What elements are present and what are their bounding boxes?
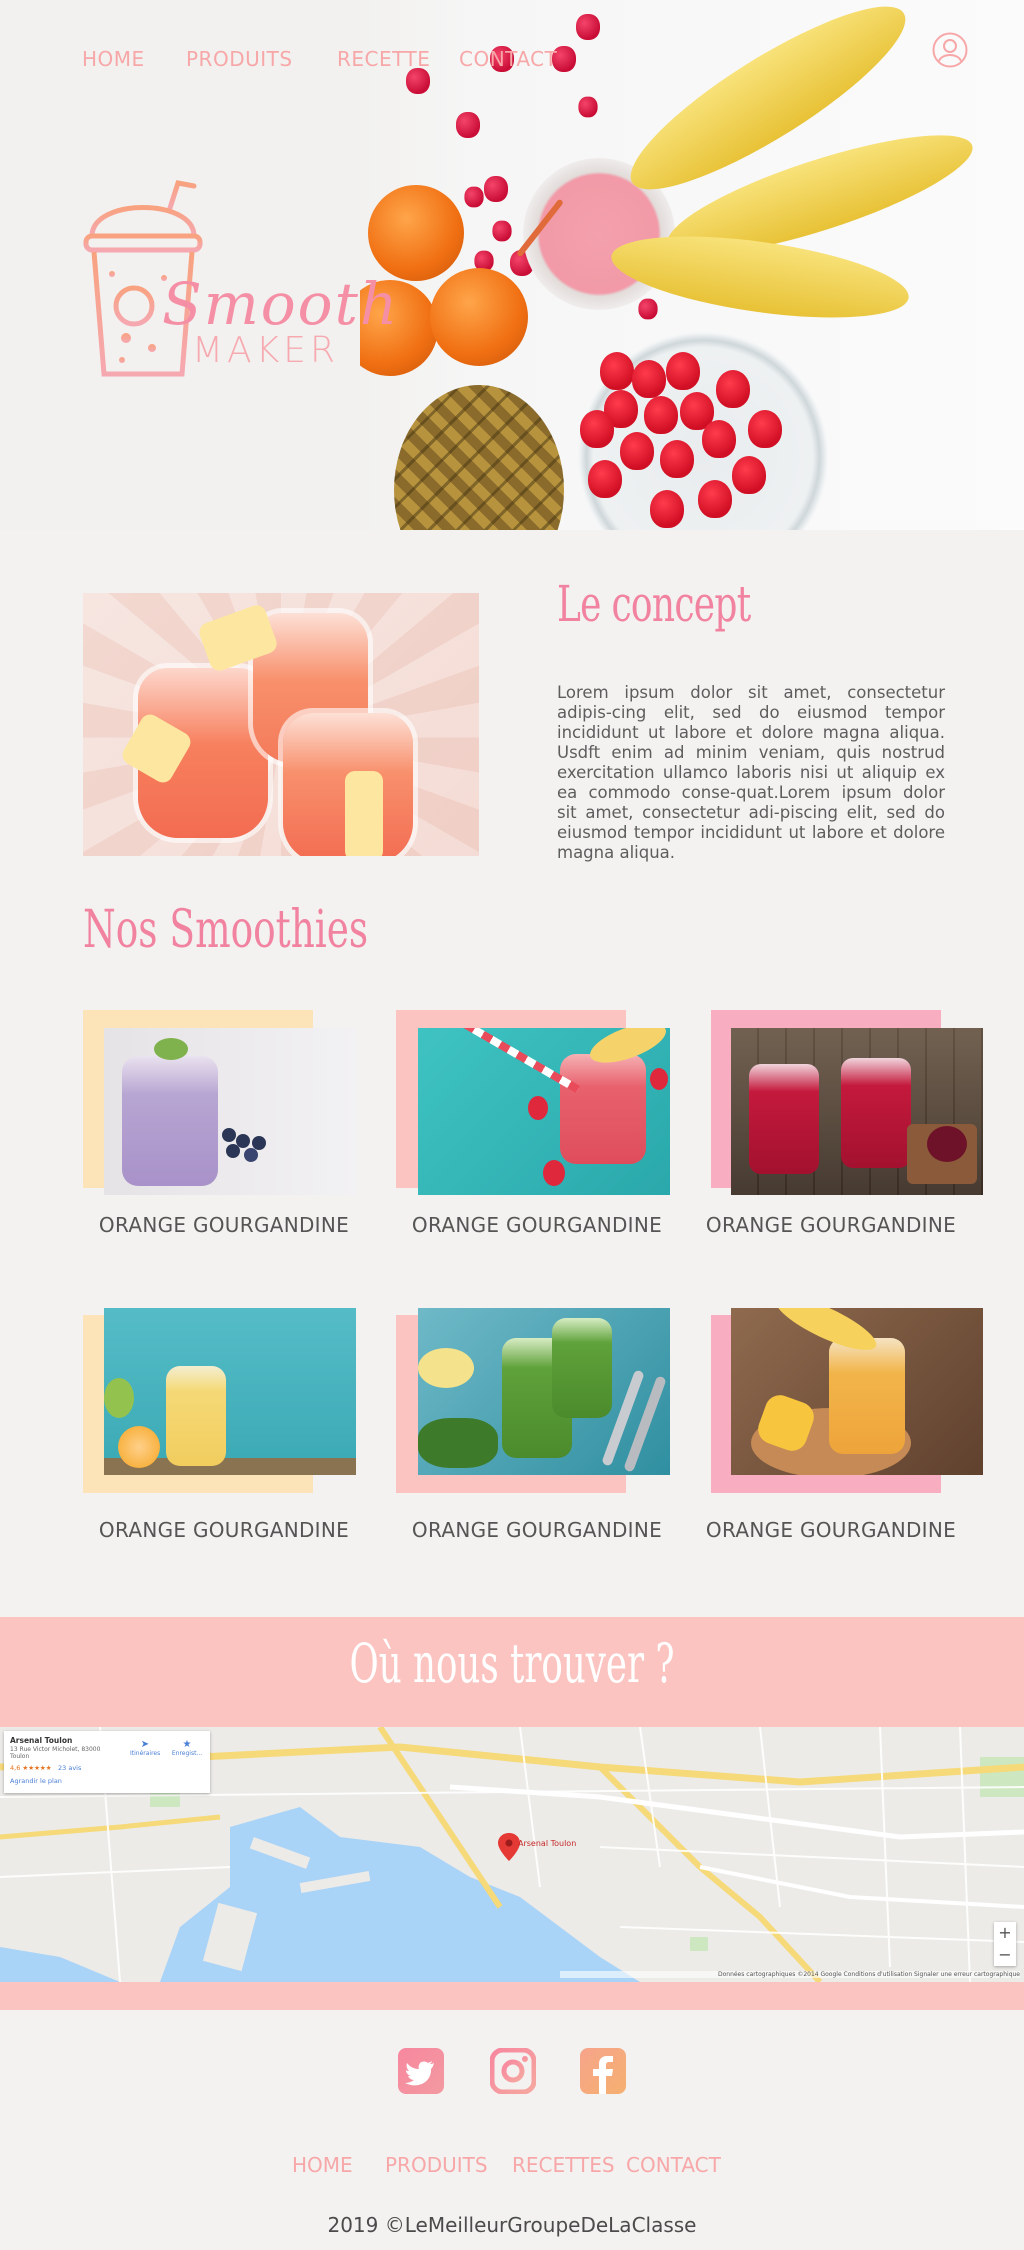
directions-label: Itinéraires — [130, 1750, 161, 1757]
card-2-label[interactable]: ORANGE GOURGANDINE — [387, 1213, 687, 1237]
card-3-image[interactable] — [731, 1028, 983, 1195]
concept-title: Le concept — [557, 575, 751, 633]
facebook-icon[interactable] — [580, 2048, 626, 2094]
card-4-label[interactable]: ORANGE GOURGANDINE — [74, 1518, 374, 1542]
save-star-icon: ★ — [182, 1739, 192, 1750]
card-4-image[interactable] — [104, 1308, 356, 1475]
concept-image — [83, 593, 479, 856]
zoom-in-button[interactable]: + — [994, 1922, 1016, 1944]
logo[interactable]: Smooth MAKER — [82, 178, 422, 388]
concept-text: Lorem ipsum dolor sit amet, consectetur … — [557, 683, 945, 862]
footer-recettes[interactable]: RECETTES — [512, 2153, 615, 2177]
map-card-directions[interactable]: ➤ Itinéraires — [130, 1739, 160, 1757]
map-bottom-band — [0, 1982, 1024, 2010]
zoom-out-button[interactable]: − — [994, 1944, 1016, 1966]
card-6-label[interactable]: ORANGE GOURGANDINE — [681, 1518, 981, 1542]
footer-produits[interactable]: PRODUITS — [385, 2153, 488, 2177]
hero-fruit-photo — [360, 0, 1024, 530]
card-3-label[interactable]: ORANGE GOURGANDINE — [681, 1213, 981, 1237]
card-6-image[interactable] — [731, 1308, 983, 1475]
nav-recette[interactable]: RECETTE — [337, 47, 430, 71]
map-card-save[interactable]: ★ Enregist... — [170, 1739, 204, 1757]
map-place-card: Arsenal Toulon 13 Rue Victor Micholet, 8… — [4, 1731, 210, 1793]
map-card-enlarge[interactable]: Agrandir le plan — [10, 1777, 62, 1785]
twitter-icon[interactable] — [398, 2048, 444, 2094]
directions-icon: ➤ — [140, 1739, 150, 1750]
nav-contact[interactable]: CONTACT — [459, 47, 557, 71]
copyright: 2019 ©LeMeilleurGroupeDeLaClasse — [327, 2213, 697, 2237]
logo-script-text: Smooth — [162, 270, 400, 338]
logo-word-text: MAKER — [192, 330, 340, 371]
map-card-place: Arsenal Toulon — [10, 1736, 73, 1745]
card-5-image[interactable] — [418, 1308, 670, 1475]
user-icon[interactable] — [932, 32, 968, 68]
save-label: Enregist... — [171, 1750, 203, 1757]
footer-contact[interactable]: CONTACT — [626, 2153, 721, 2177]
nav-produits[interactable]: PRODUITS — [186, 47, 293, 71]
card-5-label[interactable]: ORANGE GOURGANDINE — [387, 1518, 687, 1542]
card-1-label[interactable]: ORANGE GOURGANDINE — [74, 1213, 374, 1237]
footer-home[interactable]: HOME — [292, 2153, 353, 2177]
map-marker-label: Arsenal Toulon — [518, 1839, 577, 1848]
smoothies-title: Nos Smoothies — [83, 900, 369, 960]
instagram-icon[interactable] — [489, 2047, 537, 2095]
location-title: Où nous trouver ? — [349, 1632, 675, 1695]
map-zoom-controls: + − — [994, 1922, 1016, 1966]
card-1-image[interactable] — [104, 1028, 356, 1195]
nav-home[interactable]: HOME — [82, 47, 145, 71]
map-card-rating: 4,6 ★★★★★ — [10, 1764, 52, 1772]
map-card-address: 13 Rue Victor Micholet, 83000 Toulon — [10, 1746, 101, 1760]
map-card-reviews[interactable]: 23 avis — [58, 1764, 81, 1772]
card-2-image[interactable] — [418, 1028, 670, 1195]
hero-section: HOME PRODUITS RECETTE CONTACT Smooth MAK… — [0, 0, 1024, 530]
map-attribution: Données cartographiques ©2014 Google Con… — [560, 1971, 1020, 1978]
map-card-rating-value: 4,6 — [10, 1764, 21, 1772]
